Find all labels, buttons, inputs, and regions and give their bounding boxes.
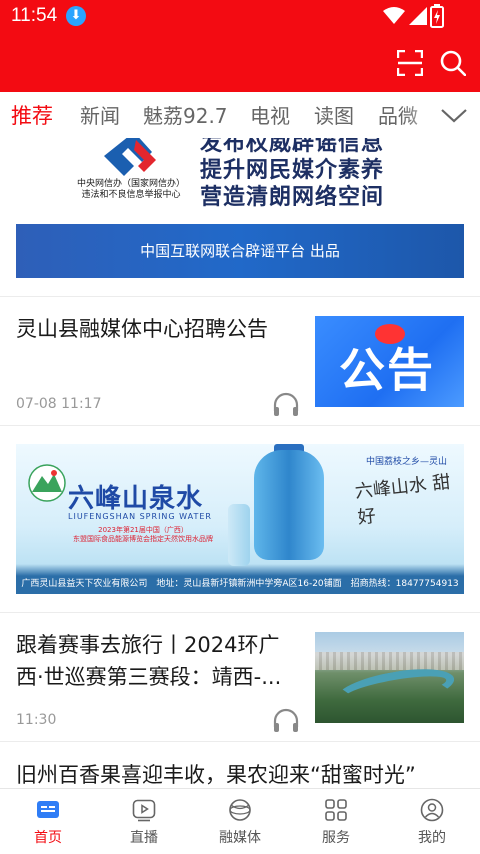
water-ad-banner[interactable]: 六峰山泉水 LIUFENGSHAN SPRING WATER 2023年第21届…	[16, 444, 464, 594]
tab-radio[interactable]: 魅荔92.7	[143, 100, 228, 129]
slogan-line3: 营造清朗网络空间	[200, 184, 385, 210]
nav-media-label: 融媒体	[219, 830, 261, 846]
thumb-text: 公告	[339, 343, 435, 397]
news-item[interactable]: 旧州百香果喜迎丰收，果农迎来“甜蜜时光”	[0, 742, 480, 788]
nav-services[interactable]: 服务	[288, 789, 384, 854]
nav-live-label: 直播	[130, 830, 158, 846]
tab-recommend[interactable]: 推荐	[11, 100, 53, 130]
news-thumbnail[interactable]: 公告	[315, 316, 464, 407]
ad-sub2: 东盟国际食品能源博览会指定天然饮用水品牌	[73, 535, 213, 543]
nav-home[interactable]: 首页	[0, 789, 96, 854]
profile-icon	[420, 798, 444, 822]
tab-tv[interactable]: 电视	[250, 100, 290, 129]
news-title[interactable]: 跟着赛事去旅行丨2024环广西·世巡赛第三赛段：靖西-...	[16, 629, 298, 693]
news-thumbnail[interactable]	[315, 632, 464, 723]
divider	[0, 425, 480, 426]
rumor-banner[interactable]: 中央网信办（国家网信办） 违法和不良信息举报中心 发布权威辟谣信息 提升网民媒介…	[0, 138, 480, 292]
chevron-down-icon[interactable]	[440, 104, 468, 126]
logo-line2: 违法和不良信息举报中心	[81, 190, 181, 200]
news-feed: 中央网信办（国家网信办） 违法和不良信息举报中心 发布权威辟谣信息 提升网民媒介…	[0, 138, 480, 788]
headphones-icon[interactable]	[272, 391, 300, 417]
media-icon	[229, 799, 251, 821]
nav-media[interactable]: 融媒体	[192, 789, 288, 854]
ad-tagline: 中国荔枝之乡—灵山	[366, 457, 448, 467]
cac-logo-icon	[104, 138, 156, 176]
scan-icon[interactable]	[397, 50, 423, 76]
ad-calligraphy: 六峰山水 甜好	[353, 471, 452, 529]
logo-line1: 中央网信办（国家网信办）	[76, 179, 185, 189]
news-title[interactable]: 旧州百香果喜迎丰收，果农迎来“甜蜜时光”	[16, 759, 476, 788]
mountain-logo-icon	[28, 464, 66, 502]
bottle-image	[228, 504, 250, 566]
nav-profile[interactable]: 我的	[384, 789, 480, 854]
tab-fade	[404, 92, 444, 138]
download-icon: ⬇	[66, 6, 86, 26]
news-time: 07-08 11:17	[16, 396, 102, 412]
nav-profile-label: 我的	[418, 830, 446, 846]
wifi-icon	[383, 7, 405, 24]
news-time: 11:30	[16, 712, 57, 728]
home-icon	[37, 801, 59, 818]
ad-brand-en: LIUFENGSHAN SPRING WATER	[68, 512, 212, 521]
ad-sub1: 2023年第21届中国（广西）	[98, 526, 188, 534]
ad-footer: 广西灵山县益天下农业有限公司 地址：灵山县新圩镇新洲中学旁A区16-20铺面 招…	[21, 579, 459, 589]
nav-live[interactable]: 直播	[96, 789, 192, 854]
signal-icon	[409, 7, 427, 25]
bottom-nav: 首页 直播 融媒体 服务 我的	[0, 788, 480, 853]
app-header: 11:54 ⬇	[0, 0, 480, 92]
tab-pictures[interactable]: 读图	[314, 100, 354, 129]
live-icon	[132, 799, 156, 822]
battery-icon	[430, 4, 444, 28]
nav-home-label: 首页	[34, 830, 62, 846]
search-icon[interactable]	[440, 50, 466, 76]
ad-brand: 六峰山泉水	[68, 484, 204, 514]
news-title[interactable]: 灵山县融媒体中心招聘公告	[16, 313, 298, 345]
news-item[interactable]: 灵山县融媒体中心招聘公告 07-08 11:17 公告	[0, 297, 480, 425]
status-bar: 11:54 ⬇	[0, 0, 480, 32]
slogan-line1: 发布权威辟谣信息	[200, 138, 385, 156]
slogan-line2: 提升网民媒介素养	[200, 157, 385, 183]
news-item[interactable]: 跟着赛事去旅行丨2024环广西·世巡赛第三赛段：靖西-... 11:30	[0, 613, 480, 741]
ad-sub: 2023年第21届中国（广西） 东盟国际食品能源博览会指定天然饮用水品牌	[68, 526, 218, 544]
city-buildings	[315, 652, 464, 670]
services-icon	[325, 799, 347, 821]
channel-tabs: 推荐 新闻 魅荔92.7 电视 读图 品微	[0, 92, 480, 138]
rumor-slogan: 发布权威辟谣信息 提升网民媒介素养 营造清朗网络空间	[200, 138, 384, 211]
headphones-icon[interactable]	[272, 707, 300, 733]
status-time: 11:54	[11, 5, 58, 26]
tab-news[interactable]: 新闻	[80, 100, 120, 129]
cac-logo-text: 中央网信办（国家网信办） 违法和不良信息举报中心	[76, 179, 186, 201]
nav-services-label: 服务	[322, 830, 350, 846]
platform-strip: 中国互联网联合辟谣平台 出品	[16, 224, 464, 278]
water-jug-image	[254, 450, 324, 560]
